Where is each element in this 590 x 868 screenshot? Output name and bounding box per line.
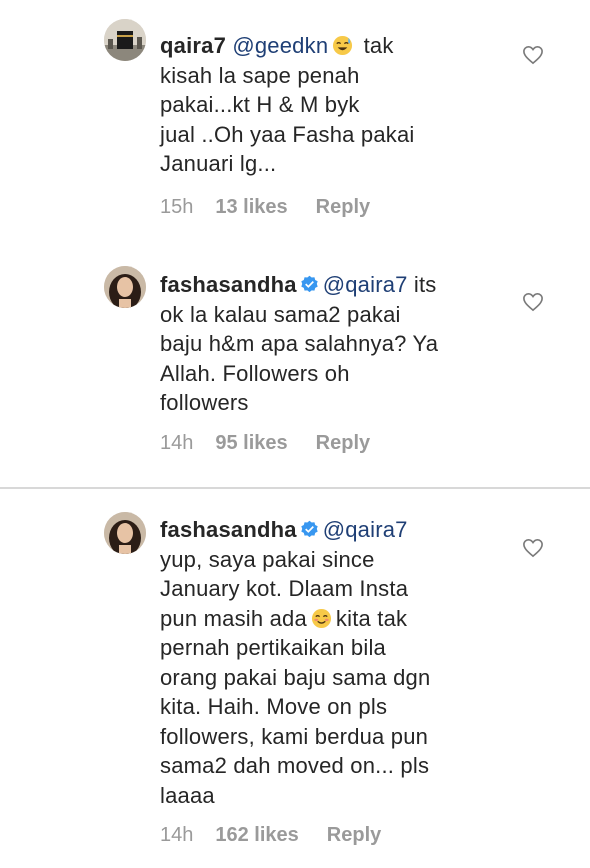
comment-text: fashasandha @qaira7 its ok la kalau sama2…: [160, 270, 510, 418]
avatar[interactable]: [104, 512, 146, 554]
verified-badge-icon: [301, 275, 318, 293]
likes-count[interactable]: 13 likes: [215, 196, 287, 219]
like-heart-icon[interactable]: [522, 292, 544, 312]
like-heart-icon[interactable]: [522, 538, 544, 558]
reply-button[interactable]: Reply: [316, 196, 370, 219]
comment-text-continued: kita tak pernah pertikaikan bila orang p…: [160, 605, 431, 808]
reply-button[interactable]: Reply: [316, 432, 370, 455]
username[interactable]: fashasandha: [160, 272, 297, 297]
username[interactable]: qaira7: [160, 33, 226, 58]
mention-link[interactable]: @qaira7: [323, 272, 408, 297]
verified-badge-icon: [301, 520, 318, 538]
timestamp: 15h: [160, 196, 194, 218]
likes-count[interactable]: 162 likes: [215, 824, 298, 847]
timestamp: 14h: [160, 432, 194, 454]
mention-link[interactable]: @geedkn: [232, 33, 328, 58]
comment-meta: 14h 162 likes Reply: [160, 824, 381, 847]
timestamp: 14h: [160, 824, 194, 846]
reply-button[interactable]: Reply: [327, 824, 381, 847]
comment-meta: 14h 95 likes Reply: [160, 432, 370, 455]
smiling-face-emoji-icon: [311, 608, 331, 628]
likes-count[interactable]: 95 likes: [215, 432, 287, 455]
avatar-photo-icon: [104, 19, 146, 61]
mention-link[interactable]: @qaira7: [323, 517, 408, 542]
comment-text: qaira7 @geedkn tak kisah la sape penah p…: [160, 31, 510, 179]
avatar-photo-icon: [104, 512, 146, 554]
avatar[interactable]: [104, 19, 146, 61]
comment-meta: 15h 13 likes Reply: [160, 196, 370, 219]
sweat-smile-emoji-icon: [333, 35, 353, 56]
section-divider: [0, 487, 590, 489]
like-heart-icon[interactable]: [522, 45, 544, 65]
avatar-photo-icon: [104, 266, 146, 308]
comment-text: fashasandha @qaira7 yup, saya pakai since…: [160, 515, 510, 810]
username[interactable]: fashasandha: [160, 517, 297, 542]
avatar[interactable]: [104, 266, 146, 308]
